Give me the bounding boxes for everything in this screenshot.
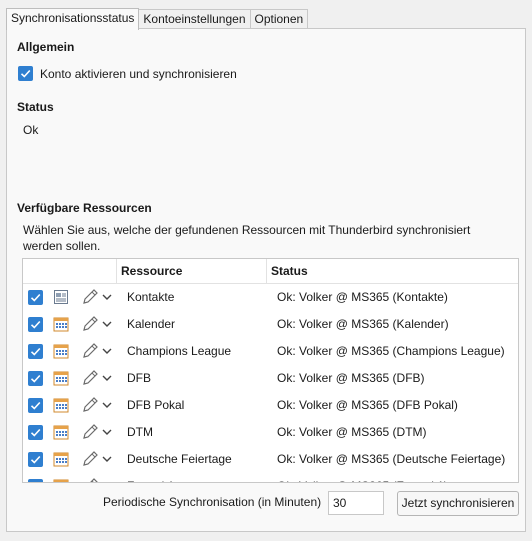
resource-status: Ok: Volker @ MS365 (Kontakte) <box>277 290 448 304</box>
resource-checkbox[interactable] <box>28 425 43 440</box>
resource-checkbox[interactable] <box>28 317 43 332</box>
resource-name: Kontakte <box>127 290 175 304</box>
chevron-down-icon <box>102 321 112 327</box>
resource-status: Ok: Volker @ MS365 (DTM) <box>277 425 427 439</box>
edit-dropdown[interactable] <box>81 369 115 390</box>
resources-description: Wählen Sie aus, welche der gefundenen Re… <box>23 223 471 253</box>
section-heading-status: Status <box>17 100 54 114</box>
resource-checkbox[interactable] <box>28 290 43 305</box>
table-row[interactable]: DTM Ok: Volker @ MS365 (DTM) <box>23 419 518 446</box>
chevron-down-icon <box>102 402 112 408</box>
interval-input[interactable]: 30 <box>328 491 384 515</box>
edit-dropdown[interactable] <box>81 396 115 417</box>
resource-checkbox[interactable] <box>28 452 43 467</box>
calendar-icon <box>53 478 69 482</box>
calendar-icon <box>53 316 69 332</box>
calendar-icon <box>53 424 69 440</box>
pencil-icon <box>83 424 98 439</box>
resource-name: DFB Pokal <box>127 398 185 412</box>
section-heading-resources: Verfügbare Ressourcen <box>17 201 152 215</box>
resource-status: Ok: Volker @ MS365 (DFB Pokal) <box>277 398 458 412</box>
column-header-resource[interactable]: Ressource <box>117 259 182 284</box>
edit-dropdown[interactable] <box>81 477 115 482</box>
resource-checkbox[interactable] <box>28 344 43 359</box>
enable-account-label: Konto aktivieren und synchronisieren <box>40 66 237 81</box>
resource-name: DFB <box>127 371 151 385</box>
resource-status: Ok: Volker @ MS365 (Champions League) <box>277 344 505 358</box>
resource-status: Ok: Volker @ MS365 (DFB) <box>277 371 425 385</box>
tab-optionen[interactable]: Optionen <box>249 9 309 29</box>
sync-now-button[interactable]: Jetzt synchronisieren <box>397 491 519 516</box>
table-row[interactable]: DFB Pokal Ok: Volker @ MS365 (DFB Pokal) <box>23 392 518 419</box>
resource-status: Ok: Volker @ MS365 (Deutsche Feiertage) <box>277 452 506 466</box>
edit-dropdown[interactable] <box>81 288 115 309</box>
column-header-status[interactable]: Status <box>267 259 308 284</box>
enable-account-checkbox[interactable] <box>18 66 33 81</box>
tab-synchronisationsstatus[interactable]: Synchronisationsstatus <box>6 8 140 30</box>
pencil-icon <box>83 343 98 358</box>
table-row[interactable]: Kalender Ok: Volker @ MS365 (Kalender) <box>23 311 518 338</box>
resource-name: Formel 1 <box>127 473 174 482</box>
pencil-icon <box>83 397 98 412</box>
edit-dropdown[interactable] <box>81 342 115 363</box>
table-row[interactable]: Champions League Ok: Volker @ MS365 (Cham… <box>23 338 518 365</box>
calendar-icon <box>53 343 69 359</box>
status-value: Ok <box>23 123 39 137</box>
calendar-icon <box>53 451 69 467</box>
pencil-icon <box>90 478 98 482</box>
calendar-icon <box>53 370 69 386</box>
section-heading-general: Allgemein <box>17 40 75 54</box>
chevron-down-icon <box>102 375 112 381</box>
table-row[interactable]: DFB Ok: Volker @ MS365 (DFB) <box>23 365 518 392</box>
pencil-icon <box>83 289 98 304</box>
calendar-icon <box>53 397 69 413</box>
resource-checkbox[interactable] <box>28 371 43 386</box>
resource-status: Ok: Volker @ MS365 (Formel 1) <box>277 473 448 482</box>
table-row[interactable]: Kontakte Ok: Volker @ MS365 (Kontakte) <box>23 284 518 311</box>
tab-bar: Synchronisationsstatus Kontoeinstellunge… <box>6 8 309 30</box>
chevron-down-icon <box>102 348 112 354</box>
pencil-icon <box>83 451 98 466</box>
tab-kontoeinstellungen[interactable]: Kontoeinstellungen <box>138 9 251 29</box>
edit-dropdown[interactable] <box>81 423 115 444</box>
enable-account-row[interactable]: Konto aktivieren und synchronisieren <box>18 66 237 81</box>
edit-dropdown[interactable] <box>81 315 115 336</box>
resource-checkbox[interactable] <box>28 398 43 413</box>
resource-name: DTM <box>127 425 153 439</box>
chevron-down-icon <box>102 294 112 300</box>
resource-status: Ok: Volker @ MS365 (Kalender) <box>277 317 449 331</box>
chevron-down-icon <box>102 456 112 462</box>
edit-dropdown[interactable] <box>81 450 115 471</box>
chevron-down-icon <box>102 429 112 435</box>
resource-name: Champions League <box>127 344 232 358</box>
resource-name: Kalender <box>127 317 176 331</box>
address-book-icon <box>53 289 69 305</box>
table-row[interactable]: Deutsche Feiertage Ok: Volker @ MS365 (De… <box>23 446 518 473</box>
pencil-icon <box>83 316 98 331</box>
pencil-icon <box>83 370 98 385</box>
resources-table[interactable]: Ressource Status Kontakte Ok: Volker @ MS… <box>22 258 519 483</box>
table-header: Ressource Status <box>23 259 518 284</box>
table-row[interactable]: Formel 1 Ok: Volker @ MS365 (Formel 1) <box>23 473 518 482</box>
resource-checkbox[interactable] <box>28 479 43 482</box>
resource-name: Deutsche Feiertage <box>127 452 232 466</box>
interval-label: Periodische Synchronisation (in Minuten) <box>103 495 322 509</box>
